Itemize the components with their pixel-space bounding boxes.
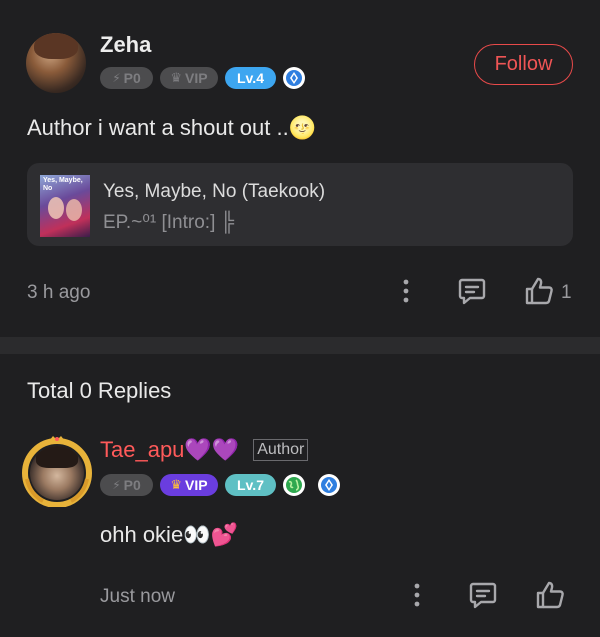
crown-icon: ♛ <box>170 477 183 492</box>
p-badge-label: P0 <box>123 70 141 86</box>
follow-button[interactable]: Follow <box>474 44 573 85</box>
reply-text: ohh okie👀💕 <box>100 522 238 548</box>
level-badge-label: Lv.4 <box>237 70 264 86</box>
comment-icon <box>458 278 486 305</box>
reply-more-options-button[interactable] <box>405 580 429 610</box>
story-title: Yes, Maybe, No (Taekook) <box>103 181 326 202</box>
story-episode: EP.~⁰¹ [Intro:] ╠ <box>103 212 235 233</box>
comment-text: Author i want a shout out ..🌝 <box>27 115 316 141</box>
author-tag: Author <box>253 439 309 461</box>
author-avatar[interactable] <box>26 33 86 93</box>
lightning-icon: ⚡ <box>112 478 121 492</box>
replies-total: Total 0 Replies <box>27 378 172 403</box>
story-card[interactable]: Yes, Maybe, No Yes, Maybe, No (Taekook) … <box>27 163 573 246</box>
reply-p-badge: ⚡ P0 <box>100 474 153 496</box>
purple-heart-emojis: 💜💜 <box>184 437 240 462</box>
comment-icon <box>469 582 497 609</box>
more-icon <box>403 279 409 303</box>
like-count: 1 <box>561 282 572 303</box>
more-options-button[interactable] <box>394 276 418 306</box>
reply-like-button[interactable] <box>533 578 567 612</box>
diamond-icon <box>318 474 340 496</box>
reply-body: ohh okie <box>100 522 184 547</box>
reply-author-name[interactable]: Tae_apu💜💜 <box>100 437 239 463</box>
crown-icon: ♛ <box>170 70 183 85</box>
like-icon <box>525 277 553 305</box>
reply-vip-badge: ♛ VIP <box>160 474 218 496</box>
reply-level-badge: Lv.7 <box>225 474 276 496</box>
globe-icon <box>283 474 305 496</box>
comment-body: Author i want a shout out .. <box>27 115 289 140</box>
level-badge: Lv.4 <box>225 67 276 89</box>
reply-time: Just now <box>100 586 175 607</box>
vip-badge-label: VIP <box>185 70 208 86</box>
p-badge: ⚡ P0 <box>100 67 153 89</box>
lightning-icon: ⚡ <box>112 71 121 85</box>
vip-badge: ♛ VIP <box>160 67 218 89</box>
reply-avatar-frame[interactable] <box>21 435 93 507</box>
story-cover: Yes, Maybe, No <box>40 175 90 237</box>
like-button[interactable] <box>522 274 556 308</box>
comment-time: 3 h ago <box>27 282 91 303</box>
more-icon <box>414 583 420 607</box>
story-cover-title: Yes, Maybe, No <box>43 177 83 192</box>
reply-avatar <box>30 446 84 500</box>
author-name[interactable]: Zeha <box>100 32 151 58</box>
reply-author-label: Tae_apu <box>100 437 185 462</box>
eyes-hearts-emoji: 👀💕 <box>183 522 238 547</box>
like-icon <box>536 581 564 609</box>
moon-face-emoji: 🌝 <box>288 115 317 140</box>
reply-button[interactable] <box>456 275 488 307</box>
follow-label: Follow <box>494 53 553 75</box>
reply-p-badge-label: P0 <box>123 477 141 493</box>
diamond-icon <box>283 67 305 89</box>
section-divider <box>0 337 600 354</box>
reply-level-badge-label: Lv.7 <box>237 477 264 493</box>
reply-vip-badge-label: VIP <box>185 477 208 493</box>
reply-author-row: Tae_apu💜💜 Author <box>100 437 309 463</box>
reply-reply-button[interactable] <box>467 579 499 611</box>
